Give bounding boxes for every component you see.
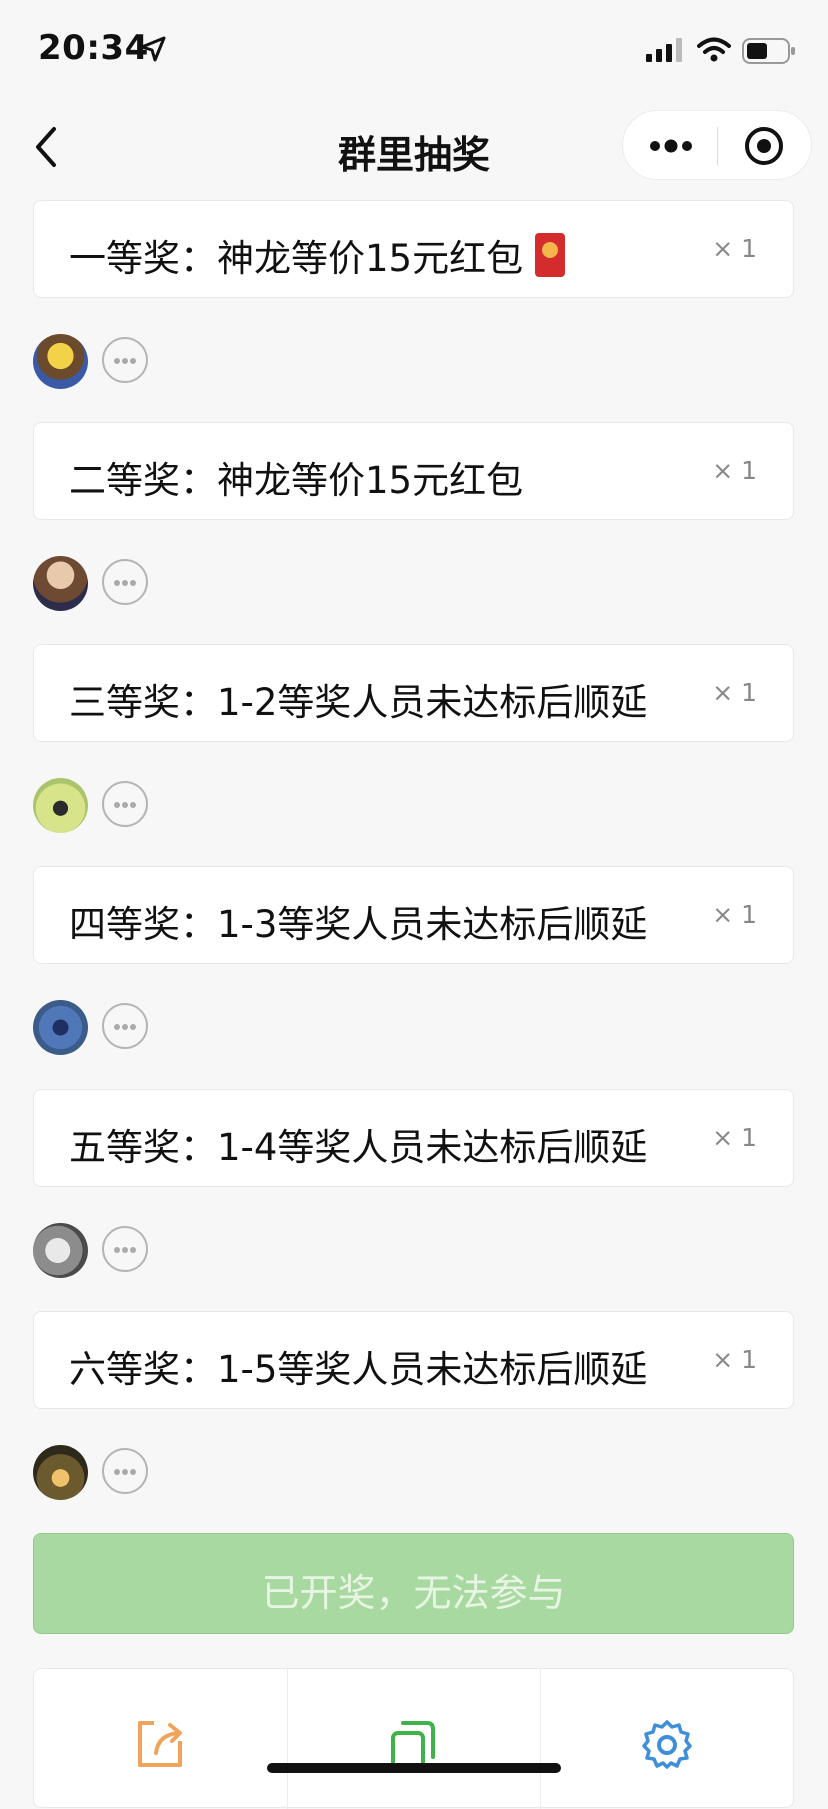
ellipsis-icon	[114, 358, 136, 364]
more-winners-button[interactable]	[102, 1226, 148, 1272]
prize-card-5: 五等奖：1-4等奖人员未达标后顺延 × 1	[33, 1089, 794, 1187]
copy-button[interactable]	[287, 1669, 541, 1809]
close-miniprogram-icon[interactable]	[743, 125, 785, 167]
cellular-signal-icon	[646, 38, 682, 62]
status-bar: 20:34	[0, 0, 828, 100]
prize-count: × 1	[712, 234, 757, 263]
more-winners-button[interactable]	[102, 337, 148, 383]
more-winners-button[interactable]	[102, 781, 148, 827]
share-icon	[138, 1721, 182, 1767]
avatar[interactable]	[33, 334, 88, 389]
avatar[interactable]	[33, 556, 88, 611]
settings-icon	[642, 1720, 692, 1769]
prize-label: 五等奖：1-4等奖人员未达标后顺延	[69, 1126, 648, 1169]
join-lottery-button[interactable]: 已开奖，无法参与	[33, 1533, 794, 1634]
join-button-label: 已开奖，无法参与	[261, 1571, 566, 1615]
more-winners-button[interactable]	[102, 559, 148, 605]
ellipsis-icon	[114, 1024, 136, 1030]
prize-label: 一等奖：神龙等价15元红包	[69, 228, 566, 282]
status-time: 20:34	[38, 28, 149, 68]
avatar[interactable]	[33, 1223, 88, 1278]
more-winners-button[interactable]	[102, 1448, 148, 1494]
wifi-icon	[697, 37, 731, 62]
prize-label: 二等奖：神龙等价15元红包	[69, 459, 524, 502]
copy-icon	[391, 1721, 435, 1769]
avatar[interactable]	[33, 1445, 88, 1500]
prize-label: 四等奖：1-3等奖人员未达标后顺延	[69, 903, 648, 946]
avatar[interactable]	[33, 1000, 88, 1055]
ellipsis-icon	[114, 1469, 136, 1475]
more-winners-button[interactable]	[102, 1003, 148, 1049]
navigation-bar: 群里抽奖	[0, 100, 828, 192]
more-options-icon[interactable]	[649, 135, 693, 157]
location-arrow-icon	[140, 36, 166, 62]
ellipsis-icon	[114, 802, 136, 808]
red-packet-icon	[535, 233, 566, 277]
prize-card-6: 六等奖：1-5等奖人员未达标后顺延 × 1	[33, 1311, 794, 1409]
prize-label: 三等奖：1-2等奖人员未达标后顺延	[69, 681, 648, 724]
winner-row	[33, 556, 433, 612]
prize-label: 六等奖：1-5等奖人员未达标后顺延	[69, 1348, 648, 1391]
avatar[interactable]	[33, 778, 88, 833]
winner-row	[33, 778, 433, 834]
prize-card-1: 一等奖：神龙等价15元红包 × 1	[33, 200, 794, 298]
winner-row	[33, 1445, 433, 1501]
prize-count: × 1	[712, 678, 757, 707]
bottom-toolbar	[33, 1668, 794, 1809]
prize-card-2: 二等奖：神龙等价15元红包 × 1	[33, 422, 794, 520]
prize-count: × 1	[712, 1123, 757, 1152]
battery-icon	[742, 38, 795, 64]
capsule-divider	[717, 127, 718, 165]
prize-card-3: 三等奖：1-2等奖人员未达标后顺延 × 1	[33, 644, 794, 742]
miniprogram-capsule	[622, 110, 812, 180]
prize-count: × 1	[712, 1345, 757, 1374]
ellipsis-icon	[114, 1247, 136, 1253]
home-indicator[interactable]	[267, 1763, 561, 1773]
winner-row	[33, 1000, 433, 1056]
prize-count: × 1	[712, 900, 757, 929]
winner-row	[33, 334, 433, 390]
ellipsis-icon	[114, 580, 136, 586]
share-button[interactable]	[34, 1669, 288, 1809]
prize-count: × 1	[712, 456, 757, 485]
settings-button[interactable]	[540, 1669, 793, 1809]
prize-card-4: 四等奖：1-3等奖人员未达标后顺延 × 1	[33, 866, 794, 964]
winner-row	[33, 1223, 433, 1279]
